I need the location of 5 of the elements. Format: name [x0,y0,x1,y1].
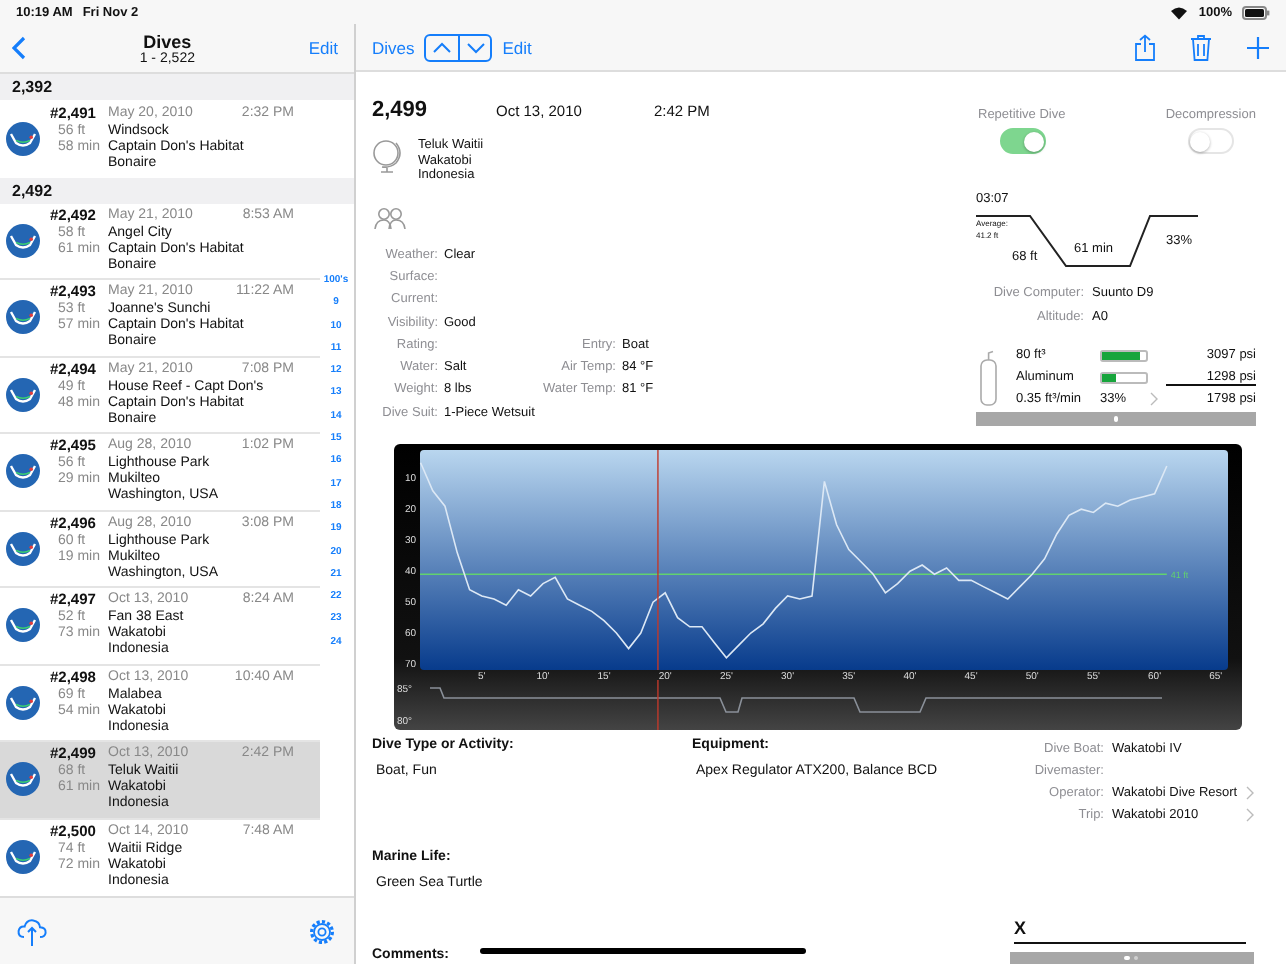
signature-mark: X [1014,918,1029,938]
section-header: 2,392 [0,74,354,100]
list-title: Dives [143,31,192,51]
section-header: 2,492 [0,177,354,203]
dive-number: 2,499 [372,98,430,122]
